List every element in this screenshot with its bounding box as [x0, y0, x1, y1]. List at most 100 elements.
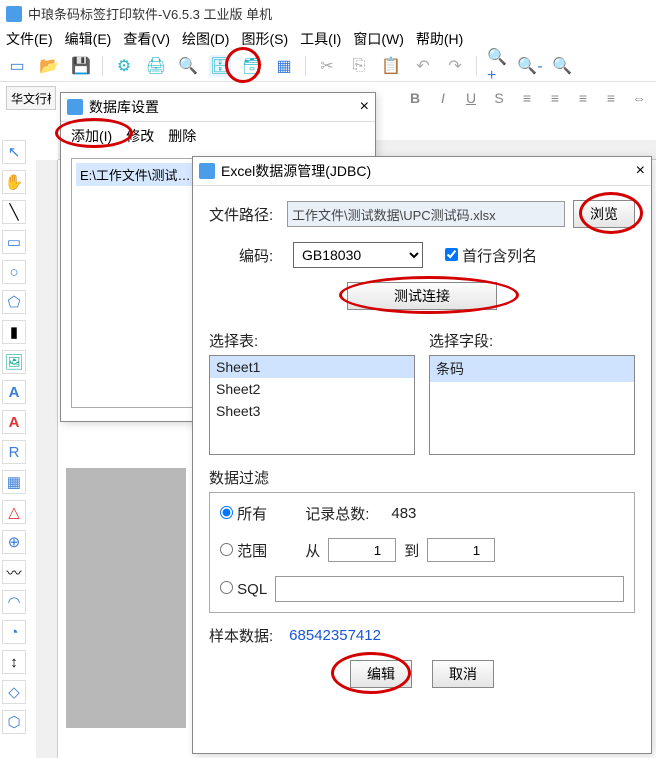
- field-listbox[interactable]: 条码: [429, 355, 635, 455]
- app-title-bar: 中琅条码标签打印软件-V6.5.3 工业版 单机: [0, 0, 656, 27]
- paste-icon[interactable]: 📋: [380, 55, 402, 77]
- table-item[interactable]: Sheet1: [210, 356, 414, 378]
- field-item[interactable]: 条码: [430, 356, 634, 382]
- pie-icon[interactable]: ◔: [2, 620, 26, 644]
- richtext-icon[interactable]: R: [2, 440, 26, 464]
- filter-range-row: 范围 从 到: [220, 538, 624, 562]
- pointer-icon[interactable]: ↖: [2, 140, 26, 164]
- jdbc-dialog-title-bar: Excel数据源管理(JDBC) ×: [193, 157, 651, 186]
- cut-icon[interactable]: ✂: [316, 55, 338, 77]
- db-modify[interactable]: 修改: [126, 126, 154, 146]
- bold-icon[interactable]: B: [404, 87, 426, 109]
- menu-file[interactable]: 文件(E): [6, 29, 53, 49]
- database-icon[interactable]: 🗄: [209, 55, 231, 77]
- copy-icon[interactable]: ⎘: [348, 55, 370, 77]
- redo-icon[interactable]: ↷: [444, 55, 466, 77]
- align-center-icon[interactable]: ≡: [544, 87, 566, 109]
- arrow-icon[interactable]: ↕: [2, 650, 26, 674]
- line-icon[interactable]: ╲: [2, 200, 26, 224]
- close-icon[interactable]: ×: [360, 98, 369, 116]
- table-item[interactable]: Sheet2: [210, 378, 414, 400]
- open-icon[interactable]: 📂: [38, 55, 60, 77]
- align-right-icon[interactable]: ≡: [572, 87, 594, 109]
- text-icon[interactable]: A: [2, 380, 26, 404]
- save-icon[interactable]: 💾: [70, 55, 92, 77]
- app-icon: [6, 6, 22, 22]
- from-input[interactable]: [328, 538, 396, 562]
- cancel-button[interactable]: 取消: [432, 660, 494, 688]
- to-input[interactable]: [427, 538, 495, 562]
- jdbc-dialog: Excel数据源管理(JDBC) × 文件路径: 浏览 编码: GB18030 …: [192, 156, 652, 754]
- filter-range-radio[interactable]: 范围: [220, 540, 267, 561]
- table-field-row: 选择表: Sheet1 Sheet2 Sheet3 选择字段: 条码: [209, 330, 635, 455]
- edit-button[interactable]: 编辑: [350, 660, 412, 688]
- menubar: 文件(E) 编辑(E) 查看(V) 绘图(D) 图形(S) 工具(I) 窗口(W…: [0, 27, 656, 51]
- label-canvas[interactable]: [66, 468, 186, 728]
- italic-icon[interactable]: I: [432, 87, 454, 109]
- db-add[interactable]: 添加(I): [71, 126, 112, 146]
- menu-view[interactable]: 查看(V): [123, 29, 170, 49]
- close-icon[interactable]: ×: [636, 162, 645, 180]
- barcode-icon[interactable]: ▮: [2, 320, 26, 344]
- curve-icon[interactable]: 〰: [2, 560, 26, 584]
- menu-shape[interactable]: 图形(S): [241, 29, 288, 49]
- hand-icon[interactable]: ✋: [2, 170, 26, 194]
- arc-icon[interactable]: ◠: [2, 590, 26, 614]
- dialog-button-row: 编辑 取消: [209, 660, 635, 688]
- separator: [305, 56, 306, 76]
- new-icon[interactable]: ▭: [6, 55, 28, 77]
- zoomin-icon[interactable]: 🔍+: [487, 55, 509, 77]
- font-select[interactable]: [6, 86, 56, 110]
- menu-tool[interactable]: 工具(I): [300, 29, 341, 49]
- align-left-icon[interactable]: ≡: [516, 87, 538, 109]
- zoomout-icon[interactable]: 🔍-: [519, 55, 541, 77]
- hex-icon[interactable]: ⬡: [2, 710, 26, 734]
- jdbc-dialog-title: Excel数据源管理(JDBC): [221, 161, 371, 181]
- jdbc-body: 文件路径: 浏览 编码: GB18030 首行含列名 测试连接 选择表: She…: [193, 186, 651, 702]
- underline-icon[interactable]: U: [460, 87, 482, 109]
- filter-sql-radio[interactable]: SQL: [220, 581, 267, 598]
- db2-icon[interactable]: 🗃: [241, 55, 263, 77]
- rect-icon[interactable]: ▭: [2, 230, 26, 254]
- strike-icon[interactable]: S: [488, 87, 510, 109]
- select-table-label: 选择表:: [209, 330, 415, 351]
- preview-icon[interactable]: 🔍: [177, 55, 199, 77]
- star-icon[interactable]: ⊕: [2, 530, 26, 554]
- browse-button[interactable]: 浏览: [573, 200, 635, 228]
- first-row-checkbox[interactable]: 首行含列名: [445, 245, 537, 266]
- undo-icon[interactable]: ↶: [412, 55, 434, 77]
- first-row-label: 首行含列名: [462, 248, 537, 265]
- settings-icon[interactable]: ⚙: [113, 55, 135, 77]
- menu-edit[interactable]: 编辑(E): [65, 29, 112, 49]
- file-path-label: 文件路径:: [209, 204, 279, 225]
- poly-icon[interactable]: ⬠: [2, 290, 26, 314]
- triangle-icon[interactable]: △: [2, 500, 26, 524]
- table-listbox[interactable]: Sheet1 Sheet2 Sheet3: [209, 355, 415, 455]
- menu-draw[interactable]: 绘图(D): [182, 29, 229, 49]
- diamond-icon[interactable]: ◇: [2, 680, 26, 704]
- encoding-select[interactable]: GB18030: [293, 242, 423, 268]
- table-icon[interactable]: ▦: [2, 470, 26, 494]
- separator: [102, 56, 103, 76]
- db-delete[interactable]: 删除: [168, 126, 196, 146]
- db-menu: 添加(I) 修改 删除: [61, 122, 375, 150]
- print-icon[interactable]: 🖨: [145, 55, 167, 77]
- grid-icon[interactable]: ▦: [273, 55, 295, 77]
- first-row-check-input[interactable]: [445, 248, 458, 261]
- align-just-icon[interactable]: ≡: [600, 87, 622, 109]
- menu-help[interactable]: 帮助(H): [416, 29, 463, 49]
- table-item[interactable]: Sheet3: [210, 400, 414, 422]
- circle-icon[interactable]: ○: [2, 260, 26, 284]
- text2-icon[interactable]: A: [2, 410, 26, 434]
- sample-value: 68542357412: [289, 627, 381, 644]
- spacing-icon[interactable]: ⇔: [628, 87, 650, 109]
- image-icon[interactable]: 🖼: [2, 350, 26, 374]
- filter-sql-row: SQL: [220, 576, 624, 602]
- filter-all-radio[interactable]: 所有: [220, 503, 267, 524]
- menu-window[interactable]: 窗口(W): [353, 29, 404, 49]
- sql-input[interactable]: [275, 576, 624, 602]
- select-field-label: 选择字段:: [429, 330, 635, 351]
- test-connection-button[interactable]: 测试连接: [347, 282, 497, 310]
- file-path-input[interactable]: [287, 201, 565, 227]
- zoomfit-icon[interactable]: 🔍: [551, 55, 573, 77]
